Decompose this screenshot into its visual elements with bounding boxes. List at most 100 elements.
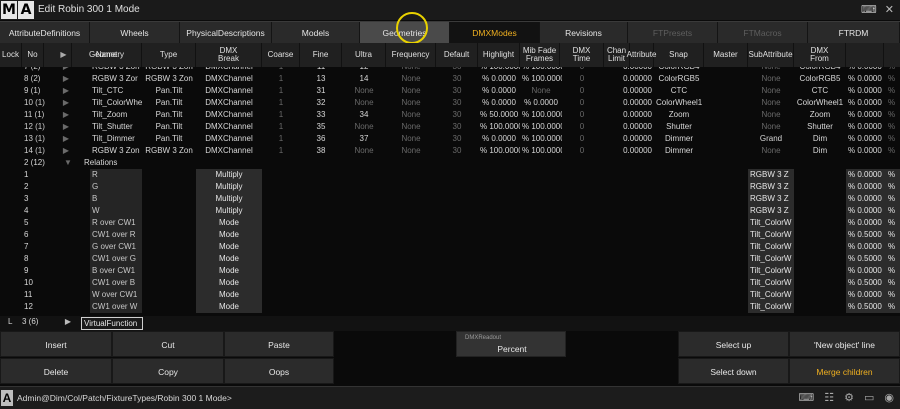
relation-type[interactable]: Mode bbox=[196, 289, 262, 301]
relation-dmx-from[interactable]: % 0.0000 bbox=[846, 205, 886, 217]
col-header-frequency[interactable]: Frequency bbox=[386, 43, 436, 67]
channel-fine[interactable]: None bbox=[342, 85, 386, 97]
channel-fine[interactable]: 14 bbox=[342, 73, 386, 85]
channel-master[interactable]: None bbox=[748, 85, 794, 97]
channel-type[interactable]: DMXChannel bbox=[196, 73, 262, 85]
channel-attribute[interactable]: Zoom bbox=[654, 109, 704, 121]
relation-master[interactable]: Tilt_ColorW bbox=[748, 241, 794, 253]
channel-name[interactable]: Tilt_CTC bbox=[90, 85, 142, 97]
tab-geometries[interactable]: Geometries bbox=[360, 22, 450, 44]
channel-geometry[interactable]: Pan.Tilt bbox=[142, 133, 196, 145]
channel-name[interactable]: Tilt_ColorWhe bbox=[90, 97, 142, 109]
channel-coarse[interactable]: 38 bbox=[300, 145, 342, 157]
channel-ultra[interactable]: None bbox=[386, 121, 436, 133]
col-header-dmx-from[interactable]: DMX From bbox=[794, 43, 846, 67]
relation-name[interactable]: R over CW1 bbox=[90, 217, 142, 229]
channel-highlight[interactable]: None bbox=[520, 85, 562, 97]
channel-name[interactable]: Tilt_Dimmer bbox=[90, 133, 142, 145]
channel-row[interactable]: 11 (1) ▶ Tilt_Zoom Pan.Tilt DMXChannel 1 33 34 N… bbox=[0, 109, 900, 121]
col-header-highlight[interactable]: Highlight bbox=[478, 43, 520, 67]
col-header-default[interactable]: Default bbox=[436, 43, 478, 67]
channel-type[interactable]: DMXChannel bbox=[196, 109, 262, 121]
channel-subattribute[interactable]: Dim bbox=[794, 145, 846, 157]
relation-dmx-from[interactable]: % 0.0000 bbox=[846, 265, 886, 277]
channel-limit[interactable]: 0.00000 bbox=[604, 109, 654, 121]
channel-name[interactable]: Tilt_Zoom bbox=[90, 109, 142, 121]
relation-name[interactable]: G over CW1 bbox=[90, 241, 142, 253]
tab-revisions[interactable]: Revisions bbox=[540, 22, 628, 44]
channel-mib-fade[interactable]: 0 bbox=[560, 97, 604, 109]
channel-subattribute[interactable]: Zoom bbox=[794, 109, 846, 121]
channel-subattribute[interactable]: Shutter bbox=[794, 121, 846, 133]
expand-arrow-icon[interactable]: ▶ bbox=[60, 133, 72, 145]
channel-highlight[interactable]: % 100.0000 bbox=[520, 121, 562, 133]
channel-highlight[interactable]: % 100.0000 bbox=[520, 133, 562, 145]
tab-physicaldescriptions[interactable]: PhysicalDescriptions bbox=[180, 22, 272, 44]
tab-ftpresets[interactable]: FTPresets bbox=[628, 22, 718, 44]
channel-highlight[interactable]: % 100.0000 bbox=[520, 145, 562, 157]
tab-dmxmodes[interactable]: DMXModes bbox=[450, 22, 540, 44]
merge-children-button[interactable]: Merge children bbox=[789, 358, 900, 384]
relation-name[interactable]: CW1 over W bbox=[90, 301, 142, 313]
relation-type[interactable]: Mode bbox=[196, 241, 262, 253]
relation-dmx-from[interactable]: % 0.0000 bbox=[846, 289, 886, 301]
relation-dmx-from[interactable]: % 0.0000 bbox=[846, 181, 886, 193]
command-line-text[interactable]: Admin@Dim/Col/Patch/FixtureTypes/Robin 3… bbox=[17, 393, 232, 403]
channel-frequency[interactable]: 30 bbox=[436, 133, 478, 145]
relation-type[interactable]: Multiply bbox=[196, 205, 262, 217]
col-header-expand[interactable] bbox=[846, 43, 884, 67]
relation-master[interactable]: RGBW 3 Z bbox=[748, 181, 794, 193]
relation-name[interactable]: B over CW1 bbox=[90, 265, 142, 277]
channel-limit[interactable]: 0.00000 bbox=[604, 121, 654, 133]
relation-dmx-from[interactable]: % 0.0000 bbox=[846, 193, 886, 205]
channel-frequency[interactable]: 30 bbox=[436, 97, 478, 109]
name-edit-field[interactable]: VirtualFunction bbox=[81, 317, 143, 330]
expand-arrow-icon[interactable]: ▶ bbox=[60, 145, 72, 157]
channel-default[interactable]: % 100.0000 bbox=[478, 145, 520, 157]
channel-row[interactable]: 13 (1) ▶ Tilt_Dimmer Pan.Tilt DMXChannel 1 36 3… bbox=[0, 133, 900, 145]
tab-wheels[interactable]: Wheels bbox=[90, 22, 180, 44]
channel-master[interactable]: None bbox=[748, 73, 794, 85]
channel-dmx-from[interactable]: % 0.0000 bbox=[846, 109, 886, 121]
relation-dmx-from[interactable]: % 0.0000 bbox=[846, 217, 886, 229]
cut-button[interactable]: Cut bbox=[112, 331, 224, 357]
insert-button[interactable]: Insert bbox=[0, 331, 112, 357]
col-header-lock[interactable]: Lock bbox=[0, 43, 22, 67]
channel-row[interactable]: 8 (2) ▶ RGBW 3 Zor RGBW 3 Zon DMXChannel 1 13 1… bbox=[0, 73, 900, 85]
channel-master[interactable]: None bbox=[748, 145, 794, 157]
new-object-line-button[interactable]: 'New object' line bbox=[789, 331, 900, 357]
channel-default[interactable]: % 0.0000 bbox=[478, 97, 520, 109]
channel-break[interactable]: 1 bbox=[262, 121, 300, 133]
relation-dmx-from[interactable]: % 0.5000 bbox=[846, 277, 886, 289]
select-up-button[interactable]: Select up bbox=[678, 331, 789, 357]
channel-highlight[interactable]: % 100.0000 bbox=[520, 73, 562, 85]
relation-name[interactable]: R bbox=[90, 169, 142, 181]
channel-mib-fade[interactable]: 0 bbox=[560, 73, 604, 85]
channel-limit[interactable]: 0.00000 bbox=[604, 85, 654, 97]
relation-row[interactable]: 4 W Multiply RGBW 3 Z % 0.0000% bbox=[0, 205, 900, 217]
channel-geometry[interactable]: Pan.Tilt bbox=[142, 121, 196, 133]
channel-dmx-from[interactable]: % 0.0000 bbox=[846, 121, 886, 133]
channel-mib-fade[interactable]: 0 bbox=[560, 85, 604, 97]
relation-dmx-from[interactable]: % 0.0000 bbox=[846, 169, 886, 181]
expand-arrow-icon[interactable]: ▶ bbox=[60, 73, 72, 85]
col-header-dmx-break[interactable]: DMX Break bbox=[196, 43, 262, 67]
relation-name[interactable]: G bbox=[90, 181, 142, 193]
col-header-mib-fade-frames[interactable]: Mib Fade Frames bbox=[520, 43, 560, 67]
col-header-no[interactable]: No bbox=[22, 43, 44, 67]
channel-dmx-from[interactable]: % 0.0000 bbox=[846, 73, 886, 85]
relation-type[interactable]: Mode bbox=[196, 265, 262, 277]
channel-mib-fade[interactable]: 0 bbox=[560, 121, 604, 133]
expand-arrow-icon[interactable]: ▶ bbox=[60, 85, 72, 97]
channel-coarse[interactable]: 36 bbox=[300, 133, 342, 145]
close-icon[interactable]: ✕ bbox=[885, 3, 894, 16]
relation-dmx-from[interactable]: % 0.5000 bbox=[846, 253, 886, 265]
tab-models[interactable]: Models bbox=[272, 22, 360, 44]
channel-break[interactable]: 1 bbox=[262, 145, 300, 157]
channel-frequency[interactable]: 30 bbox=[436, 73, 478, 85]
channel-mib-fade[interactable]: 0 bbox=[560, 145, 604, 157]
relation-master[interactable]: RGBW 3 Z bbox=[748, 169, 794, 181]
channel-attribute[interactable]: ColorWheel1 bbox=[654, 97, 704, 109]
channel-type[interactable]: DMXChannel bbox=[196, 121, 262, 133]
relation-name[interactable]: W bbox=[90, 205, 142, 217]
